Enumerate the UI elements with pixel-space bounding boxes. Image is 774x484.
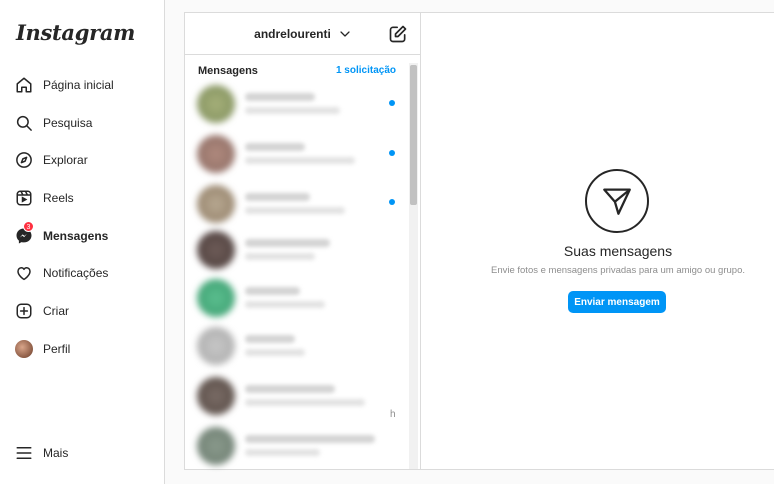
blurred-preview: [245, 157, 355, 164]
conversation-pane: Suas mensagens Envie fotos e mensagens p…: [420, 12, 774, 470]
unread-dot: [389, 199, 395, 205]
chevron-down-icon: [340, 30, 350, 37]
conversation-item[interactable]: [197, 423, 397, 467]
inbox-header: andrelourenti: [185, 13, 420, 55]
reels-icon: [14, 188, 34, 208]
sidebar-item-messages[interactable]: 3 Mensagens: [14, 221, 109, 249]
empty-state-subtitle: Envie fotos e mensagens privadas para um…: [490, 265, 745, 276]
send-message-button[interactable]: Enviar mensagem: [568, 291, 666, 313]
messenger-icon: 3: [14, 221, 34, 246]
heart-icon: [14, 263, 34, 283]
conversation-list-panel: andrelourenti Mensagens 1 solicitação h: [184, 12, 420, 470]
blurred-preview: [245, 449, 320, 456]
sidebar-item-home[interactable]: Página inicial: [14, 72, 114, 98]
avatar: [197, 327, 235, 365]
conversation-item[interactable]: [197, 275, 397, 319]
blurred-preview: [245, 399, 365, 406]
sidebar-item-more[interactable]: Mais: [14, 440, 68, 466]
sidebar-item-label: Página inicial: [43, 78, 114, 92]
inbox-subheader: Mensagens 1 solicitação: [185, 55, 420, 77]
sidebar-item-label: Explorar: [43, 153, 88, 167]
username-label: andrelourenti: [254, 26, 331, 41]
blurred-name: [245, 93, 315, 101]
avatar: [197, 279, 235, 317]
blurred-name: [245, 435, 375, 443]
conversation-item[interactable]: [197, 81, 397, 125]
blurred-name: [245, 385, 335, 393]
blurred-preview: [245, 253, 315, 260]
plus-square-icon: [14, 301, 34, 321]
avatar: [197, 135, 235, 173]
empty-state-title: Suas mensagens: [563, 243, 673, 259]
avatar: [197, 85, 235, 123]
blurred-name: [245, 287, 300, 295]
search-icon: [14, 113, 34, 133]
conversation-item[interactable]: [197, 131, 397, 175]
blurred-preview: [245, 107, 340, 114]
sidebar-item-label: Notificações: [43, 266, 109, 280]
sidebar-item-label: Perfil: [43, 342, 71, 356]
paper-plane-icon: [585, 169, 649, 233]
blurred-preview: [245, 207, 345, 214]
conversation-item[interactable]: [197, 323, 397, 367]
sidebar-item-label: Pesquisa: [43, 116, 93, 130]
sidebar-item-notifications[interactable]: Notificações: [14, 260, 108, 286]
blurred-name: [245, 143, 305, 151]
scrollbar-thumb[interactable]: [410, 65, 417, 205]
avatar: [197, 231, 235, 269]
blurred-name: [245, 193, 310, 201]
profile-avatar-icon: [14, 339, 34, 359]
blurred-name: [245, 335, 295, 343]
conversation-item[interactable]: [197, 181, 397, 225]
avatar: [197, 427, 235, 465]
conversation-item[interactable]: [197, 227, 397, 271]
compose-icon[interactable]: [388, 24, 408, 44]
instagram-app: Instagram Página inicial Pesquisa Explor…: [0, 0, 774, 484]
timestamp-fragment: h: [390, 409, 396, 420]
sidebar-item-profile[interactable]: Perfil: [14, 336, 70, 362]
account-switcher[interactable]: andrelourenti: [254, 27, 351, 41]
sidebar-item-reels[interactable]: Reels: [14, 185, 74, 211]
home-icon: [14, 75, 34, 95]
unread-dot: [389, 100, 395, 106]
blurred-preview: [245, 349, 305, 356]
scrollbar[interactable]: [409, 63, 418, 469]
unread-dot: [389, 150, 395, 156]
avatar: [15, 340, 33, 358]
sidebar-item-create[interactable]: Criar: [14, 298, 69, 324]
requests-link[interactable]: 1 solicitação: [336, 65, 396, 77]
menu-icon: [14, 443, 34, 463]
blurred-preview: [245, 301, 325, 308]
unread-badge: 3: [23, 221, 34, 232]
messages-section-title: Mensagens: [198, 65, 258, 77]
sidebar-item-label: Mais: [43, 446, 69, 460]
compass-icon: [14, 150, 34, 170]
sidebar-item-label: Criar: [43, 304, 69, 318]
sidebar-item-search[interactable]: Pesquisa: [14, 110, 92, 136]
conversation-item[interactable]: [197, 373, 397, 417]
sidebar-item-label: Mensagens: [43, 229, 109, 243]
instagram-logo[interactable]: Instagram: [16, 20, 135, 45]
sidebar-item-explore[interactable]: Explorar: [14, 147, 88, 173]
avatar: [197, 185, 235, 223]
sidebar: Instagram Página inicial Pesquisa Explor…: [0, 0, 165, 484]
avatar: [197, 377, 235, 415]
blurred-name: [245, 239, 330, 247]
sidebar-item-label: Reels: [43, 191, 74, 205]
